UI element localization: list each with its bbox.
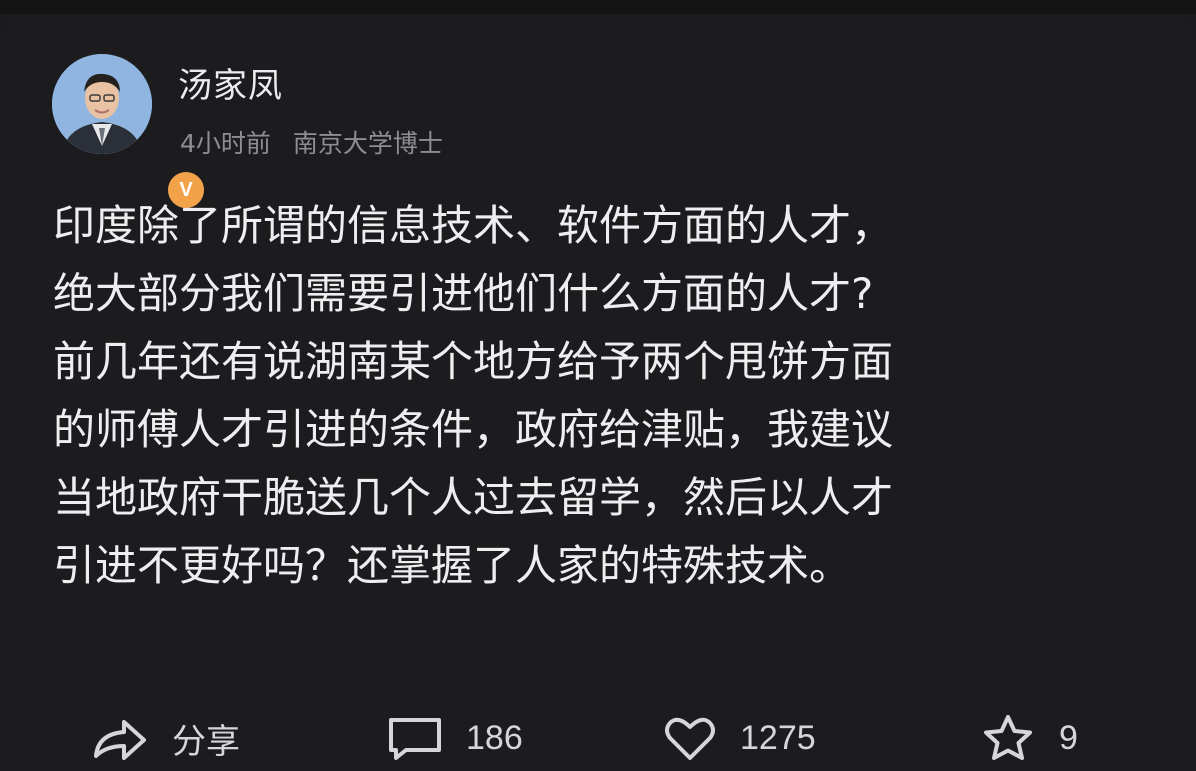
author-bio: 南京大学博士 xyxy=(292,129,443,158)
post-content[interactable]: 印度除了所谓的信息技术、软件方面的人才， 绝大部分我们需要引进他们什么方面的人才… xyxy=(53,192,1153,600)
content-line: 引进不更好吗？还掌握了人家的特殊技术。 xyxy=(53,541,852,590)
favorite-count: 9 xyxy=(1059,718,1078,757)
favorite-button[interactable]: 9 xyxy=(979,705,1078,771)
author-name[interactable]: 汤家凤 xyxy=(178,58,283,107)
action-bar: 分享 186 1275 9 xyxy=(0,705,1196,771)
share-label: 分享 xyxy=(172,722,240,761)
share-button[interactable]: 分享 xyxy=(90,705,240,771)
star-icon xyxy=(984,715,1032,760)
author-avatar[interactable]: V xyxy=(52,54,207,211)
content-line: 前几年还有说湖南某个地方给予两个甩饼方面 xyxy=(53,337,894,386)
like-button[interactable]: 1275 xyxy=(662,705,816,771)
comment-button[interactable]: 186 xyxy=(386,705,523,771)
heart-icon xyxy=(665,717,715,760)
like-count: 1275 xyxy=(740,718,816,757)
content-line: 的师傅人才引进的条件，政府给津贴，我建议 xyxy=(53,405,894,454)
comment-icon xyxy=(389,718,441,760)
content-line: 印度除了所谓的信息技术、软件方面的人才， xyxy=(53,201,894,250)
avatar-portrait-icon xyxy=(52,54,152,154)
avatar-photo xyxy=(52,54,152,154)
comment-count: 186 xyxy=(466,718,523,757)
share-icon xyxy=(94,720,146,760)
post-meta: 4小时前 南京大学博士 xyxy=(180,124,443,160)
post-time: 4小时前 xyxy=(180,129,271,158)
content-line: 当地政府干脆送几个人过去留学，然后以人才 xyxy=(53,473,894,522)
top-bar xyxy=(0,0,1196,14)
content-line: 绝大部分我们需要引进他们什么方面的人才? xyxy=(53,269,874,318)
